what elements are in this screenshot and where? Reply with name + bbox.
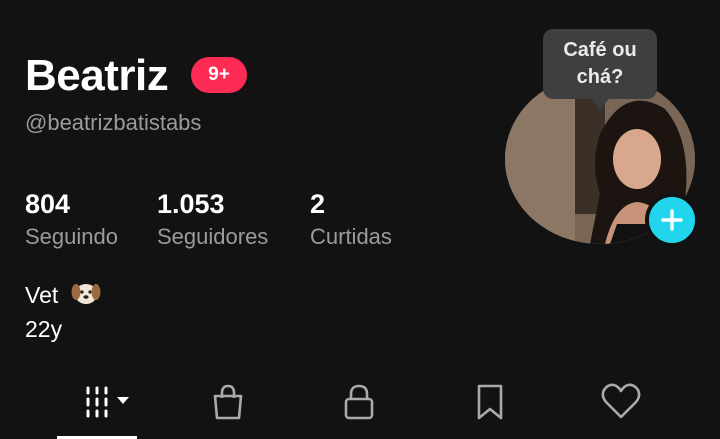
stat-likes-label: Curtidas — [310, 224, 392, 249]
stat-following-label: Seguindo — [25, 224, 118, 249]
bio: Vet 22y — [25, 280, 101, 345]
profile-name: Beatriz — [25, 51, 169, 100]
note-bubble[interactable]: Café ou chá? — [543, 29, 657, 109]
stat-followers-label: Seguidores — [157, 224, 269, 249]
dog-emoji-icon — [71, 280, 101, 314]
tab-saved[interactable] — [450, 370, 530, 434]
shopping-bag-icon — [213, 384, 243, 420]
stat-likes[interactable]: 2 Curtidas — [310, 188, 392, 254]
add-button[interactable] — [645, 193, 699, 247]
heart-icon — [601, 383, 641, 419]
notification-badge[interactable]: 9+ — [191, 57, 247, 93]
tab-liked[interactable] — [581, 370, 661, 434]
stat-following-count: 804 — [25, 189, 71, 219]
grid-icon — [86, 386, 129, 418]
bio-line-1: Vet — [25, 280, 101, 314]
profile-handle: @beatrizbatistabs — [25, 110, 202, 135]
bookmark-icon — [477, 384, 503, 420]
tab-shop[interactable] — [188, 370, 268, 434]
tab-videos[interactable] — [65, 370, 145, 434]
profile-tabs — [0, 370, 720, 439]
caret-down-icon — [117, 397, 129, 404]
bio-text: Vet — [25, 282, 59, 309]
bio-line-2: 22y — [25, 316, 63, 342]
lock-icon — [344, 384, 374, 420]
stat-followers-count: 1.053 — [157, 189, 225, 219]
stat-likes-count: 2 — [310, 189, 326, 219]
stat-followers[interactable]: 1.053 Seguidores — [157, 188, 268, 254]
plus-icon — [661, 209, 683, 231]
stat-following[interactable]: 804 Seguindo — [25, 188, 118, 254]
tab-private[interactable] — [319, 370, 399, 434]
